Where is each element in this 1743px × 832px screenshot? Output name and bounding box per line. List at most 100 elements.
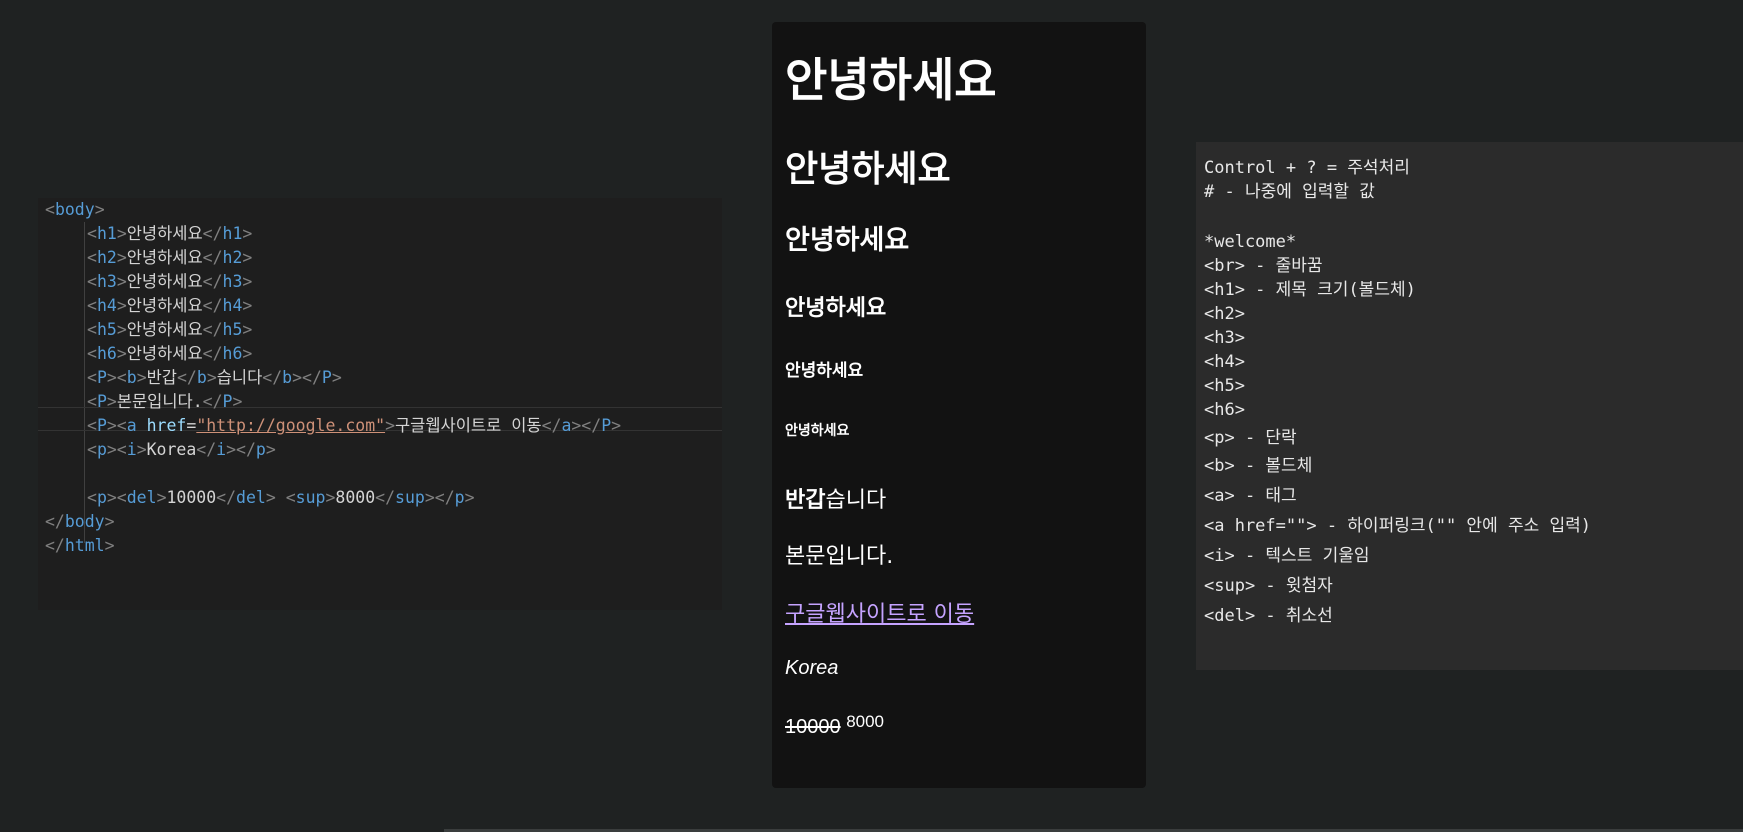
tag-name: sup: [395, 488, 425, 507]
code-text: 안녕하세요: [126, 320, 203, 339]
note-line: <h2>: [1204, 304, 1245, 324]
code-line-h5[interactable]: <h5>안녕하세요</h5>: [45, 318, 252, 342]
notes-panel[interactable]: Control + ? = 주석처리 # - 나중에 입력할 값 *welcom…: [1196, 142, 1743, 670]
code-line-p-italic[interactable]: <p><i>Korea</i></p>: [45, 438, 276, 462]
note-line: <h3>: [1204, 328, 1245, 348]
tag-name: h3: [222, 272, 243, 291]
code-line-empty[interactable]: [45, 462, 87, 486]
tag-name: h5: [96, 320, 117, 339]
tag-name: h2: [96, 248, 117, 267]
tag-name: del: [126, 488, 157, 507]
note-line: <h4>: [1204, 352, 1245, 372]
note-line: # - 나중에 입력할 값: [1204, 182, 1375, 202]
tag-name: h3: [96, 272, 117, 291]
code-line-body-open[interactable]: <body>: [45, 198, 105, 222]
tag-name: h6: [96, 344, 117, 363]
code-text: 안녕하세요: [126, 224, 203, 243]
tag-name: p: [454, 488, 465, 507]
note-line: *welcome*: [1204, 232, 1297, 252]
note-line: <del> - 취소선: [1204, 606, 1333, 626]
tag-name: sup: [295, 488, 326, 507]
note-line: <i> - 텍스트 기울임: [1204, 546, 1370, 566]
screen: <body> <h1>안녕하세요</h1> <h2>안녕하세요</h2> <h3…: [0, 0, 1743, 832]
tag-name: body: [64, 512, 105, 531]
tag-name: P: [222, 392, 233, 411]
code-line-h2[interactable]: <h2>안녕하세요</h2>: [45, 246, 252, 270]
preview-h3: 안녕하세요: [785, 225, 910, 256]
preview-h5: 안녕하세요: [785, 361, 864, 381]
code-text: Korea: [146, 440, 197, 459]
code-text: 10000: [166, 488, 217, 507]
preview-italic-text: Korea: [785, 657, 839, 679]
note-line: <h1> - 제목 크기(볼드체): [1204, 280, 1416, 300]
tag-name: h6: [222, 344, 243, 363]
code-text: 안녕하세요: [126, 344, 203, 363]
tag-name: p: [96, 440, 107, 459]
tag-name: h4: [222, 296, 243, 315]
tag-name: h1: [222, 224, 243, 243]
code-line-p-bold[interactable]: <P><b>반갑</b>습니다</b></P>: [45, 366, 342, 390]
tag-name: b: [282, 368, 293, 387]
note-line: <sup> - 윗첨자: [1204, 576, 1333, 596]
attr-name: href: [146, 416, 187, 435]
preview-bold-text: 반갑: [785, 488, 826, 513]
tag-name: h2: [222, 248, 243, 267]
code-line-p-body[interactable]: <P>본문입니다.</P>: [45, 390, 242, 414]
tag-name: a: [561, 416, 572, 435]
tag-name: P: [96, 392, 107, 411]
tag-name: body: [54, 200, 95, 219]
note-line: Control + ? = 주석처리: [1204, 158, 1410, 178]
preview-google-link[interactable]: 구글웹사이트로 이동: [785, 596, 974, 628]
tag-name: p: [255, 440, 266, 459]
note-line: <p> - 단락: [1204, 428, 1297, 448]
code-line-p-del[interactable]: <p><del>10000</del> <sup>8000</sup></p>: [45, 486, 475, 510]
code-line-body-close[interactable]: </body>: [45, 510, 115, 534]
preview-strikethrough: 10000: [785, 716, 841, 738]
preview-after-bold: 습니다: [825, 488, 887, 513]
code-text: 안녕하세요: [126, 296, 203, 315]
preview-h6: 안녕하세요: [785, 423, 850, 439]
browser-preview: 안녕하세요 안녕하세요 안녕하세요 안녕하세요 안녕하세요 안녕하세요 반갑습니…: [772, 22, 1146, 788]
tag-name: p: [96, 488, 107, 507]
preview-superscript: 8000: [846, 712, 885, 731]
code-editor[interactable]: <body> <h1>안녕하세요</h1> <h2>안녕하세요</h2> <h3…: [38, 198, 722, 610]
preview-body-paragraph: 본문입니다.: [785, 544, 894, 569]
tag-name: b: [196, 368, 207, 387]
tag-name: h4: [96, 296, 117, 315]
tag-name: P: [96, 368, 107, 387]
code-line-html-close[interactable]: </html>: [45, 534, 115, 558]
note-line: <br> - 줄바꿈: [1204, 256, 1323, 276]
tag-name: a: [126, 416, 137, 435]
code-line-h1[interactable]: <h1>안녕하세요</h1>: [45, 222, 252, 246]
code-text: 반갑: [146, 368, 177, 387]
code-text: 습니다: [216, 368, 263, 387]
code-text: 안녕하세요: [126, 272, 203, 291]
note-line: <a href=""> - 하이퍼링크("" 안에 주소 입력): [1204, 516, 1591, 536]
tag-name: h1: [96, 224, 117, 243]
code-text: 안녕하세요: [126, 248, 203, 267]
code-text: 구글웹사이트로 이동: [395, 416, 542, 435]
note-line: <h5>: [1204, 376, 1245, 396]
attr-value-link[interactable]: "http://google.com": [196, 416, 385, 435]
note-line: <h6>: [1204, 400, 1245, 420]
tag-name: i: [216, 440, 227, 459]
tag-name: html: [64, 536, 105, 555]
tag-name: P: [601, 416, 612, 435]
tag-name: P: [321, 368, 332, 387]
tag-name: i: [126, 440, 137, 459]
code-text: 본문입니다.: [116, 392, 203, 411]
tag-name: b: [126, 368, 137, 387]
note-line: <a> - 태그: [1204, 486, 1297, 506]
tag-name: h5: [222, 320, 243, 339]
preview-h4: 안녕하세요: [785, 296, 887, 321]
code-line-h4[interactable]: <h4>안녕하세요</h4>: [45, 294, 252, 318]
preview-bold-paragraph: 반갑습니다: [785, 482, 886, 514]
preview-h1: 안녕하세요: [785, 53, 997, 107]
code-line-p-link[interactable]: <P><a href="http://google.com">구글웹사이트로 이…: [45, 414, 621, 438]
preview-del-paragraph: 10000 8000: [785, 712, 884, 739]
code-text: 8000: [335, 488, 376, 507]
preview-h2: 안녕하세요: [785, 149, 951, 190]
code-line-h3[interactable]: <h3>안녕하세요</h3>: [45, 270, 252, 294]
tag-name: P: [96, 416, 107, 435]
code-line-h6[interactable]: <h6>안녕하세요</h6>: [45, 342, 252, 366]
